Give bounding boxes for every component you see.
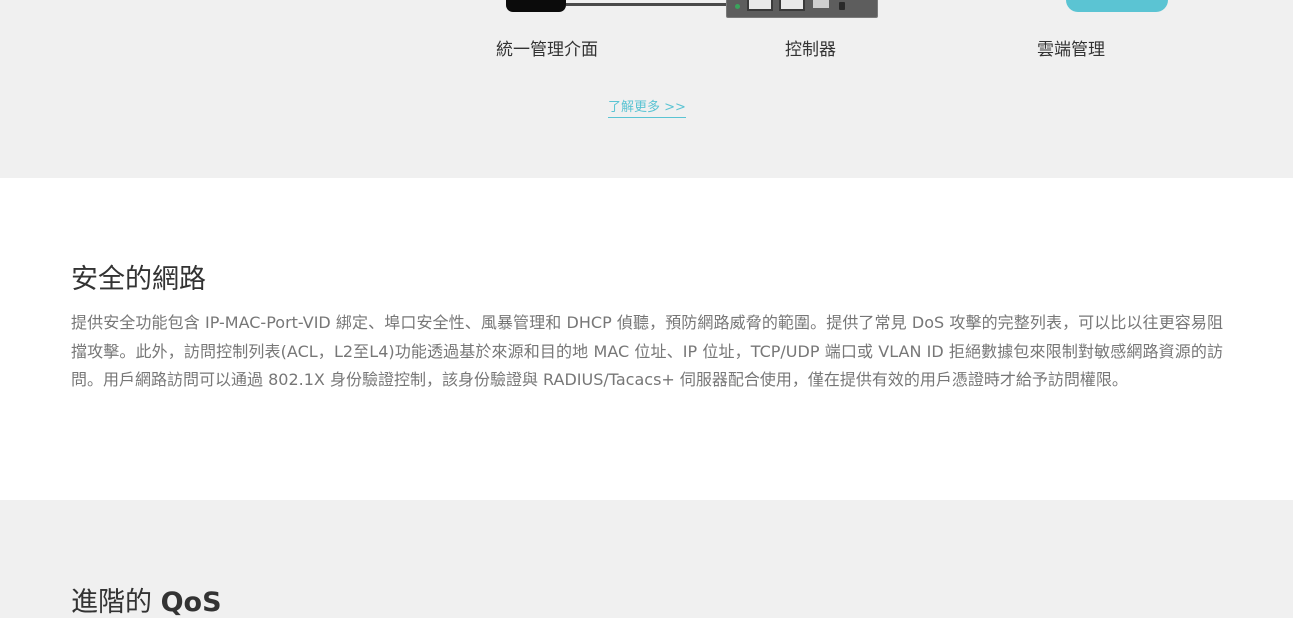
- qos-title-prefix: 進階的: [71, 587, 161, 618]
- page: 統一管理介面 控制器 雲端管理 了解更多 >> 安全的網路 提供安全功能包含 I…: [0, 0, 1293, 618]
- status-led-icon: [735, 4, 740, 9]
- feature-label-cloud-management: 雲端管理: [1037, 40, 1105, 60]
- security-section: 安全的網路 提供安全功能包含 IP-MAC-Port-VID 綁定、埠口安全性、…: [0, 178, 1293, 500]
- usb-port-icon: [813, 0, 829, 8]
- learn-more-link[interactable]: 了解更多 >>: [608, 99, 686, 118]
- security-section-title: 安全的網路: [71, 264, 206, 295]
- reset-button-icon: [839, 2, 845, 10]
- unified-management-device-image: [506, 0, 566, 12]
- qos-section: 進階的 QoS: [0, 500, 1293, 618]
- ethernet-port-icon: [779, 0, 805, 11]
- feature-label-unified-management: 統一管理介面: [496, 40, 598, 60]
- product-features-band: 統一管理介面 控制器 雲端管理 了解更多 >>: [0, 0, 1293, 178]
- security-section-body: 提供安全功能包含 IP-MAC-Port-VID 綁定、埠口安全性、風暴管理和 …: [71, 313, 1223, 389]
- feature-label-controller: 控制器: [785, 40, 836, 60]
- ethernet-port-icon: [747, 0, 773, 11]
- controller-device-image: [726, 0, 878, 18]
- cloud-management-image: [1066, 0, 1168, 12]
- qos-section-title: 進階的 QoS: [71, 580, 222, 618]
- device-cable-image: [566, 3, 726, 6]
- qos-title-bold: QoS: [160, 587, 222, 618]
